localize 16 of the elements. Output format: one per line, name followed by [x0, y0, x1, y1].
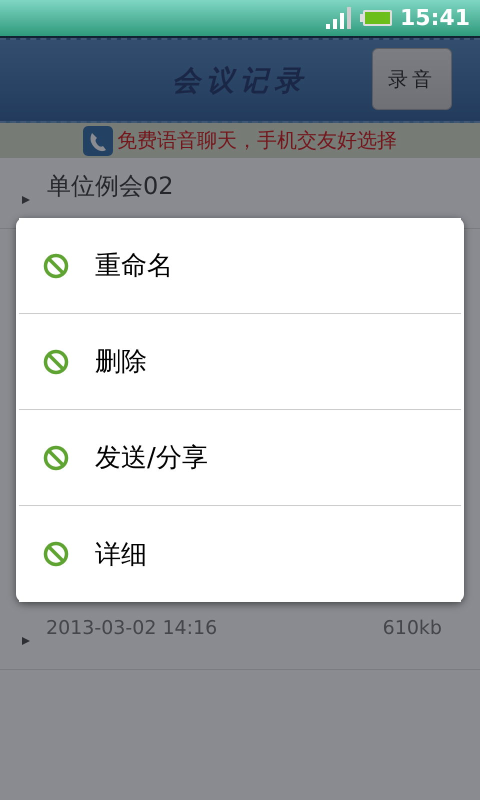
recording-date: 2013-03-02 14:16	[46, 617, 218, 639]
play-icon	[22, 637, 30, 645]
phone-icon	[83, 126, 113, 156]
play-icon	[22, 196, 30, 204]
clock-time: 15:41	[400, 6, 470, 30]
prohibited-icon	[43, 252, 69, 278]
signal-icon	[326, 7, 352, 29]
banner-text: 免费语音聊天，手机交友好选择	[117, 127, 397, 154]
prohibited-icon	[43, 444, 69, 470]
prohibited-icon	[43, 348, 69, 374]
record-button[interactable]: 录音	[372, 48, 452, 110]
file-size: 610kb	[382, 617, 442, 639]
battery-icon	[360, 10, 392, 26]
menu-item[interactable]: 重命名	[19, 218, 461, 314]
recording-title: 单位例会02	[47, 171, 174, 202]
prohibited-icon	[43, 541, 69, 567]
